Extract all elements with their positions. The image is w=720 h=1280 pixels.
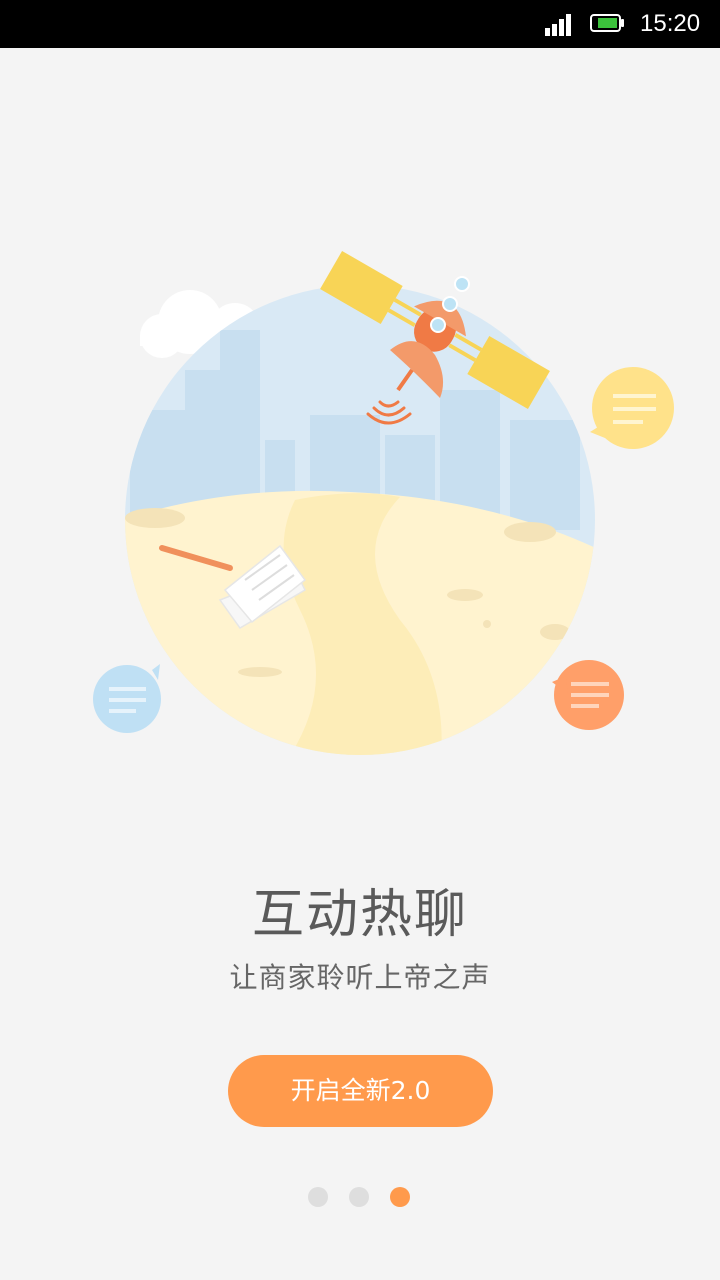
chat-bubble-blue-icon: [93, 664, 161, 733]
page-indicator-dot-2: [349, 1187, 369, 1207]
cell-signal-icon: [545, 12, 575, 36]
page-indicator-dot-1: [308, 1187, 328, 1207]
status-time: 15:20: [640, 10, 701, 37]
status-bar: 15:20: [0, 0, 720, 48]
page-indicator-dot-3: [390, 1187, 410, 1207]
battery-icon: [590, 14, 624, 32]
onboarding-illustration: [93, 250, 674, 755]
chat-bubble-orange-icon: [552, 660, 624, 730]
page-title: 互动热聊: [251, 885, 468, 945]
chat-bubble-yellow-icon: [590, 367, 674, 449]
start-button[interactable]: 开启全新2.0: [228, 1055, 493, 1127]
page-subtitle: 让商家聆听上帝之声: [229, 961, 491, 994]
